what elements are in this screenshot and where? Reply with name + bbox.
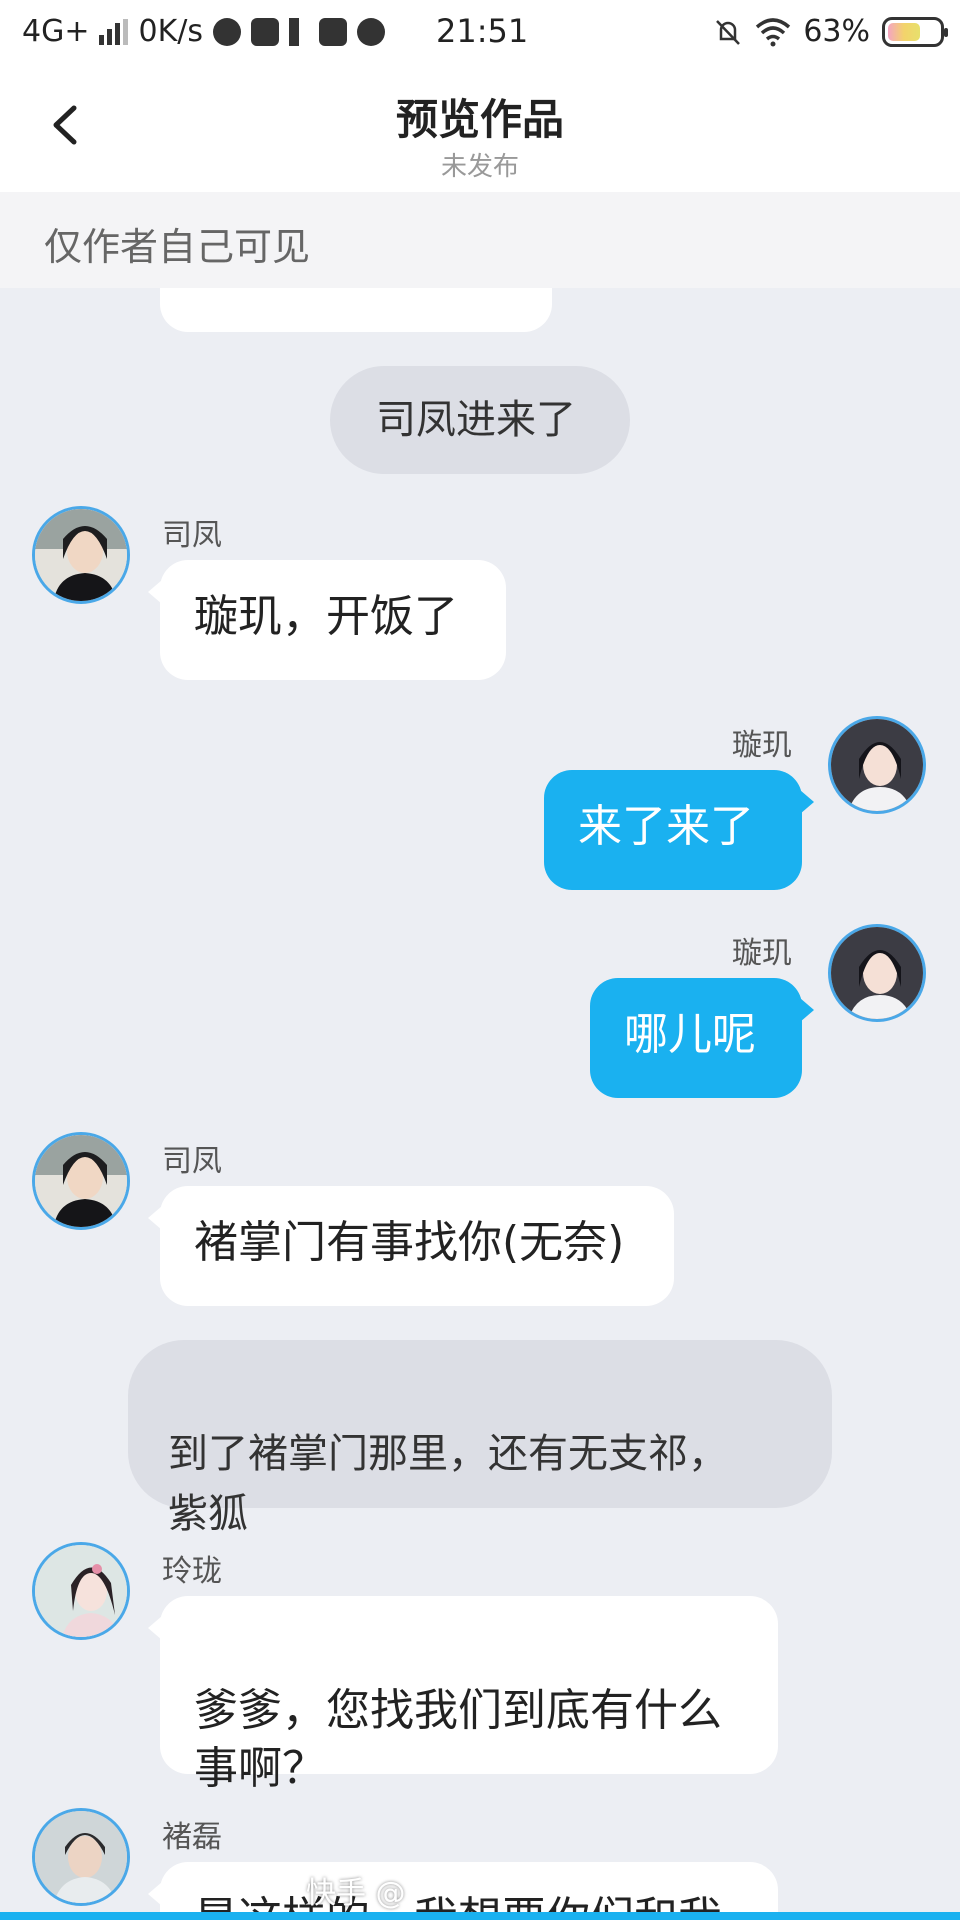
avatar-linglong[interactable] [32, 1542, 130, 1640]
message-bubble[interactable]: 褚掌门有事找你(无奈) [148, 1186, 674, 1306]
message-bubble-self[interactable]: 哪儿呢 [590, 978, 814, 1098]
wifi-icon [756, 17, 791, 46]
sender-name: 玲珑 [162, 1554, 222, 1589]
chat-bubble-icon [356, 17, 385, 46]
message-bubble[interactable]: 爹爹，您找我们到底有什么 事啊？ [148, 1596, 778, 1794]
status-time: 21:51 [436, 12, 529, 50]
visibility-notice: 仅作者自己可见 [0, 192, 960, 288]
page-title: 预览作品 [395, 95, 564, 144]
network-type: 4G+ [22, 14, 90, 49]
avatar-sifeng[interactable] [32, 506, 130, 604]
message-bubble-self[interactable]: 来了来了 [544, 770, 814, 890]
bottom-accent-line [0, 1912, 960, 1920]
message-text: 哪儿呢 [624, 1009, 756, 1060]
sender-name: 褚磊 [162, 1820, 222, 1855]
status-bar: 4G+ 0K/s 21:51 63% [0, 0, 960, 62]
storage-icon [318, 17, 347, 46]
message-text: 爹爹，您找我们到底有什么 事啊？ [194, 1685, 722, 1794]
message-text: 来了来了 [578, 801, 754, 852]
sender-name: 璇玑 [732, 936, 792, 971]
watermark: 快手 @ [306, 1876, 406, 1911]
status-left: 4G+ 0K/s [22, 14, 385, 49]
avatar-xuanji[interactable] [828, 716, 926, 814]
battery-level [888, 22, 920, 41]
avatar-xuanji[interactable] [828, 924, 926, 1022]
page-subtitle: 未发布 [440, 152, 519, 182]
media-icon [212, 17, 241, 46]
narration-text: 司凤进来了 [376, 397, 576, 443]
narration-bubble: 司凤进来了 [330, 366, 630, 474]
message-app-icon [250, 17, 279, 46]
avatar-chulei[interactable] [32, 1808, 130, 1906]
message-text: 璇玑，开饭了 [194, 591, 458, 642]
status-right: 63% [713, 14, 948, 49]
sender-name: 司凤 [162, 518, 222, 553]
narration-bubble: 到了褚掌门那里，还有无支祁， 紫狐 [128, 1340, 832, 1537]
chat-area[interactable]: 司凤进来了 司凤 璇玑，开饭了 璇玑 来了来了 璇玑 哪儿呢 司凤 褚掌门有事找… [0, 288, 960, 1920]
narration-text: 到了褚掌门那里，还有无支祁， 紫狐 [168, 1431, 728, 1537]
sound-off-icon [288, 17, 309, 46]
sender-name: 璇玑 [732, 728, 792, 763]
signal-icon [99, 18, 129, 45]
message-bubble-partial[interactable] [160, 288, 552, 332]
nav-bar: 预览作品 未发布 [0, 62, 960, 192]
battery-percent: 63% [803, 14, 870, 49]
sender-name: 司凤 [162, 1144, 222, 1179]
message-text: 褚掌门有事找你(无奈) [194, 1217, 625, 1268]
message-bubble[interactable]: 璇玑，开饭了 [148, 560, 506, 680]
mute-bell-icon [716, 19, 741, 45]
avatar-sifeng[interactable] [32, 1132, 130, 1230]
battery-icon [882, 16, 948, 47]
net-speed: 0K/s [138, 14, 203, 49]
